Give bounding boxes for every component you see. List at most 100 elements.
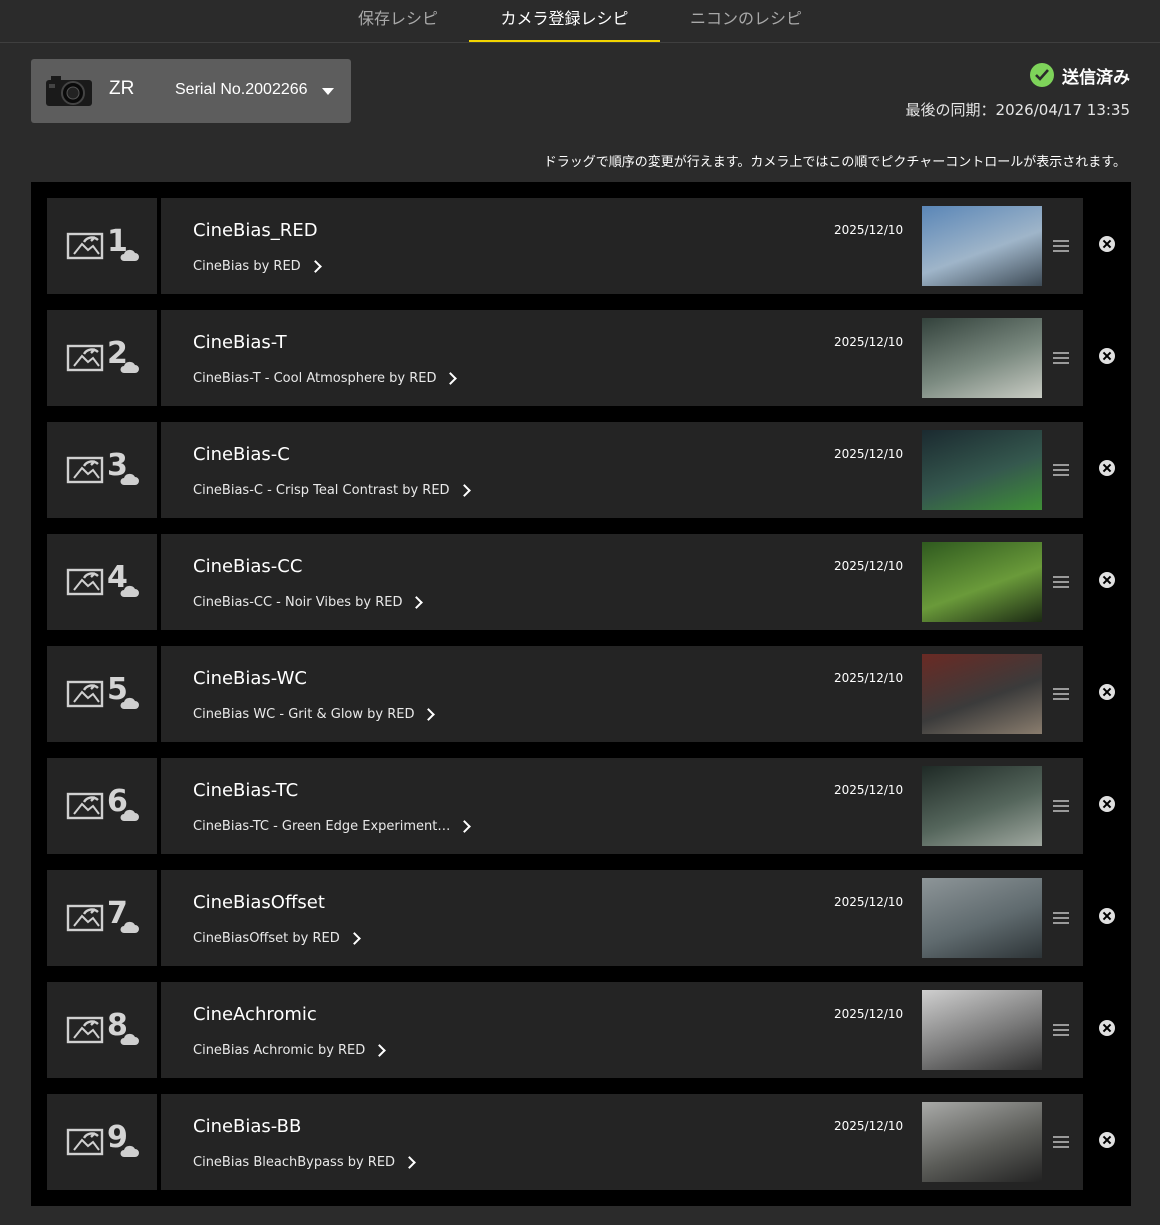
drag-handle-icon[interactable] xyxy=(1053,1136,1069,1148)
recipe-row[interactable]: 1 CineBias_RED CineBias by RED 2025/12/1… xyxy=(47,198,1115,294)
recipe-list: 1 CineBias_RED CineBias by RED 2025/12/1… xyxy=(31,182,1131,1206)
picture-control-icon xyxy=(66,232,104,260)
drag-handle-icon[interactable] xyxy=(1053,912,1069,924)
drag-handle-icon[interactable] xyxy=(1053,800,1069,812)
recipe-link[interactable]: CineBias by RED xyxy=(193,259,322,274)
recipe-name: CineBias-BB xyxy=(193,1116,302,1137)
recipe-card[interactable]: CineBias-C CineBias-C - Crisp Teal Contr… xyxy=(161,422,1083,518)
drag-handle-icon[interactable] xyxy=(1053,576,1069,588)
recipe-card[interactable]: CineBiasOffset CineBiasOffset by RED 202… xyxy=(161,870,1083,966)
cloud-icon xyxy=(120,473,139,485)
camera-serial: Serial No.2002266 xyxy=(175,81,308,98)
recipe-slot: 9 xyxy=(47,1094,157,1190)
picture-control-icon xyxy=(66,456,104,484)
recipe-row[interactable]: 8 CineAchromic CineBias Achromic by RED … xyxy=(47,982,1115,1078)
cloud-icon xyxy=(120,1033,139,1045)
last-sync: 最後の同期：2026/04/17 13:35 xyxy=(905,101,1130,119)
sync-status: 送信済み xyxy=(1030,62,1130,88)
chevron-right-icon xyxy=(444,372,458,385)
tab-camera-recipes[interactable]: カメラ登録レシピ xyxy=(469,0,660,42)
recipe-link[interactable]: CineBias BleachBypass by RED xyxy=(193,1155,416,1170)
recipe-name: CineBias-C xyxy=(193,444,290,465)
recipe-card[interactable]: CineBias-TC CineBias-TC - Green Edge Exp… xyxy=(161,758,1083,854)
picture-control-icon xyxy=(66,568,104,596)
recipe-slot: 8 xyxy=(47,982,157,1078)
recipe-link[interactable]: CineBias Achromic by RED xyxy=(193,1043,387,1058)
recipe-row[interactable]: 7 CineBiasOffset CineBiasOffset by RED 2… xyxy=(47,870,1115,966)
picture-control-icon xyxy=(66,344,104,372)
recipe-subtitle: CineBias BleachBypass by RED xyxy=(193,1155,396,1170)
recipe-slot: 1 xyxy=(47,198,157,294)
remove-icon[interactable] xyxy=(1099,348,1115,364)
recipe-subtitle: CineBias WC - Grit & Glow by RED xyxy=(193,707,415,722)
recipe-card[interactable]: CineBias-WC CineBias WC - Grit & Glow by… xyxy=(161,646,1083,742)
camera-model: ZR xyxy=(109,78,135,99)
remove-icon[interactable] xyxy=(1099,908,1115,924)
cloud-icon xyxy=(120,1145,139,1157)
chevron-right-icon xyxy=(457,484,471,497)
drag-handle-icon[interactable] xyxy=(1053,1024,1069,1036)
recipe-card[interactable]: CineAchromic CineBias Achromic by RED 20… xyxy=(161,982,1083,1078)
remove-icon[interactable] xyxy=(1099,796,1115,812)
cloud-icon xyxy=(120,249,139,261)
recipe-date: 2025/12/10 xyxy=(834,335,904,349)
recipe-name: CineBias-TC xyxy=(193,780,299,801)
recipe-link[interactable]: CineBias-C - Crisp Teal Contrast by RED xyxy=(193,483,471,498)
recipe-row[interactable]: 2 CineBias-T CineBias-T - Cool Atmospher… xyxy=(47,310,1115,406)
chevron-right-icon xyxy=(403,1156,416,1169)
recipe-date: 2025/12/10 xyxy=(834,1007,904,1021)
recipe-subtitle: CineBias-TC - Green Edge Experiment… xyxy=(193,819,451,834)
recipe-link[interactable]: CineBias-CC - Noir Vibes by RED xyxy=(193,595,424,610)
remove-icon[interactable] xyxy=(1099,684,1115,700)
remove-icon[interactable] xyxy=(1099,236,1115,252)
check-circle-icon xyxy=(1030,63,1054,87)
recipe-card[interactable]: CineBias-CC CineBias-CC - Noir Vibes by … xyxy=(161,534,1083,630)
recipe-subtitle: CineBiasOffset by RED xyxy=(193,931,340,946)
tab-bar: 保存レシピ カメラ登録レシピ ニコンのレシピ xyxy=(0,0,1160,43)
recipe-subtitle: CineBias Achromic by RED xyxy=(193,1043,366,1058)
remove-icon[interactable] xyxy=(1099,1020,1115,1036)
reorder-hint: ドラッグで順序の変更が行えます。カメラ上ではこの順でピクチャーコントロールが表示… xyxy=(543,155,1126,170)
camera-selector[interactable]: ZR Serial No.2002266 xyxy=(31,59,351,123)
camera-icon xyxy=(46,76,92,106)
recipe-slot: 7 xyxy=(47,870,157,966)
recipe-row[interactable]: 3 CineBias-C CineBias-C - Crisp Teal Con… xyxy=(47,422,1115,518)
chevron-right-icon xyxy=(458,820,472,833)
recipe-name: CineBias-T xyxy=(193,332,287,353)
drag-handle-icon[interactable] xyxy=(1053,688,1069,700)
drag-handle-icon[interactable] xyxy=(1053,464,1069,476)
chevron-down-icon xyxy=(322,88,334,95)
cloud-icon xyxy=(120,809,139,821)
recipe-date: 2025/12/10 xyxy=(834,223,904,237)
drag-handle-icon[interactable] xyxy=(1053,352,1069,364)
recipe-name: CineBias-WC xyxy=(193,668,307,689)
recipe-thumbnail xyxy=(922,430,1042,510)
recipe-row[interactable]: 4 CineBias-CC CineBias-CC - Noir Vibes b… xyxy=(47,534,1115,630)
cloud-icon xyxy=(120,361,139,373)
recipe-date: 2025/12/10 xyxy=(834,559,904,573)
recipe-name: CineAchromic xyxy=(193,1004,317,1025)
recipe-card[interactable]: CineBias-BB CineBias BleachBypass by RED… xyxy=(161,1094,1083,1190)
chevron-right-icon xyxy=(347,932,361,945)
recipe-subtitle: CineBias-C - Crisp Teal Contrast by RED xyxy=(193,483,450,498)
recipe-link[interactable]: CineBias-T - Cool Atmosphere by RED xyxy=(193,371,458,386)
remove-icon[interactable] xyxy=(1099,460,1115,476)
drag-handle-icon[interactable] xyxy=(1053,240,1069,252)
remove-icon[interactable] xyxy=(1099,1132,1115,1148)
recipe-card[interactable]: CineBias-T CineBias-T - Cool Atmosphere … xyxy=(161,310,1083,406)
tab-nikon-recipes[interactable]: ニコンのレシピ xyxy=(672,0,820,42)
remove-icon[interactable] xyxy=(1099,572,1115,588)
tab-saved-recipes[interactable]: 保存レシピ xyxy=(340,0,456,42)
recipe-card[interactable]: CineBias_RED CineBias by RED 2025/12/10 xyxy=(161,198,1083,294)
recipe-link[interactable]: CineBias WC - Grit & Glow by RED xyxy=(193,707,436,722)
recipe-row[interactable]: 5 CineBias-WC CineBias WC - Grit & Glow … xyxy=(47,646,1115,742)
recipe-slot: 4 xyxy=(47,534,157,630)
recipe-thumbnail xyxy=(922,1102,1042,1182)
recipe-link[interactable]: CineBiasOffset by RED xyxy=(193,931,361,946)
recipe-link[interactable]: CineBias-TC - Green Edge Experiment… xyxy=(193,819,472,834)
picture-control-icon xyxy=(66,792,104,820)
status-label: 送信済み xyxy=(1062,67,1130,88)
recipe-row[interactable]: 9 CineBias-BB CineBias BleachBypass by R… xyxy=(47,1094,1115,1190)
recipe-row[interactable]: 6 CineBias-TC CineBias-TC - Green Edge E… xyxy=(47,758,1115,854)
recipe-subtitle: CineBias-T - Cool Atmosphere by RED xyxy=(193,371,437,386)
